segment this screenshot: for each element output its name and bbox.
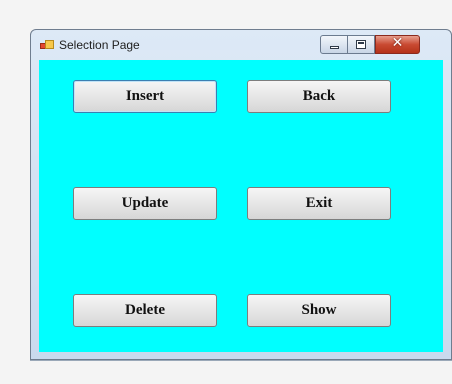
selection-page-window: Selection Page ✕ Insert Back Update Exit…: [30, 29, 452, 360]
window-title: Selection Page: [59, 38, 140, 52]
maximize-icon: [356, 40, 366, 49]
back-button[interactable]: Back: [247, 80, 391, 113]
exit-button[interactable]: Exit: [247, 187, 391, 220]
window-bottom-edge: [30, 360, 452, 361]
close-icon: ✕: [391, 35, 404, 51]
title-bar[interactable]: Selection Page ✕: [31, 30, 451, 60]
insert-button[interactable]: Insert: [73, 80, 217, 113]
close-button[interactable]: ✕: [375, 35, 420, 54]
delete-button[interactable]: Delete: [73, 294, 217, 327]
minimize-button[interactable]: [320, 35, 348, 54]
minimize-icon: [330, 46, 339, 49]
client-area: Insert Back Update Exit Delete Show: [39, 60, 443, 352]
maximize-button[interactable]: [348, 35, 375, 54]
show-button[interactable]: Show: [247, 294, 391, 327]
app-icon: [40, 40, 54, 53]
update-button[interactable]: Update: [73, 187, 217, 220]
